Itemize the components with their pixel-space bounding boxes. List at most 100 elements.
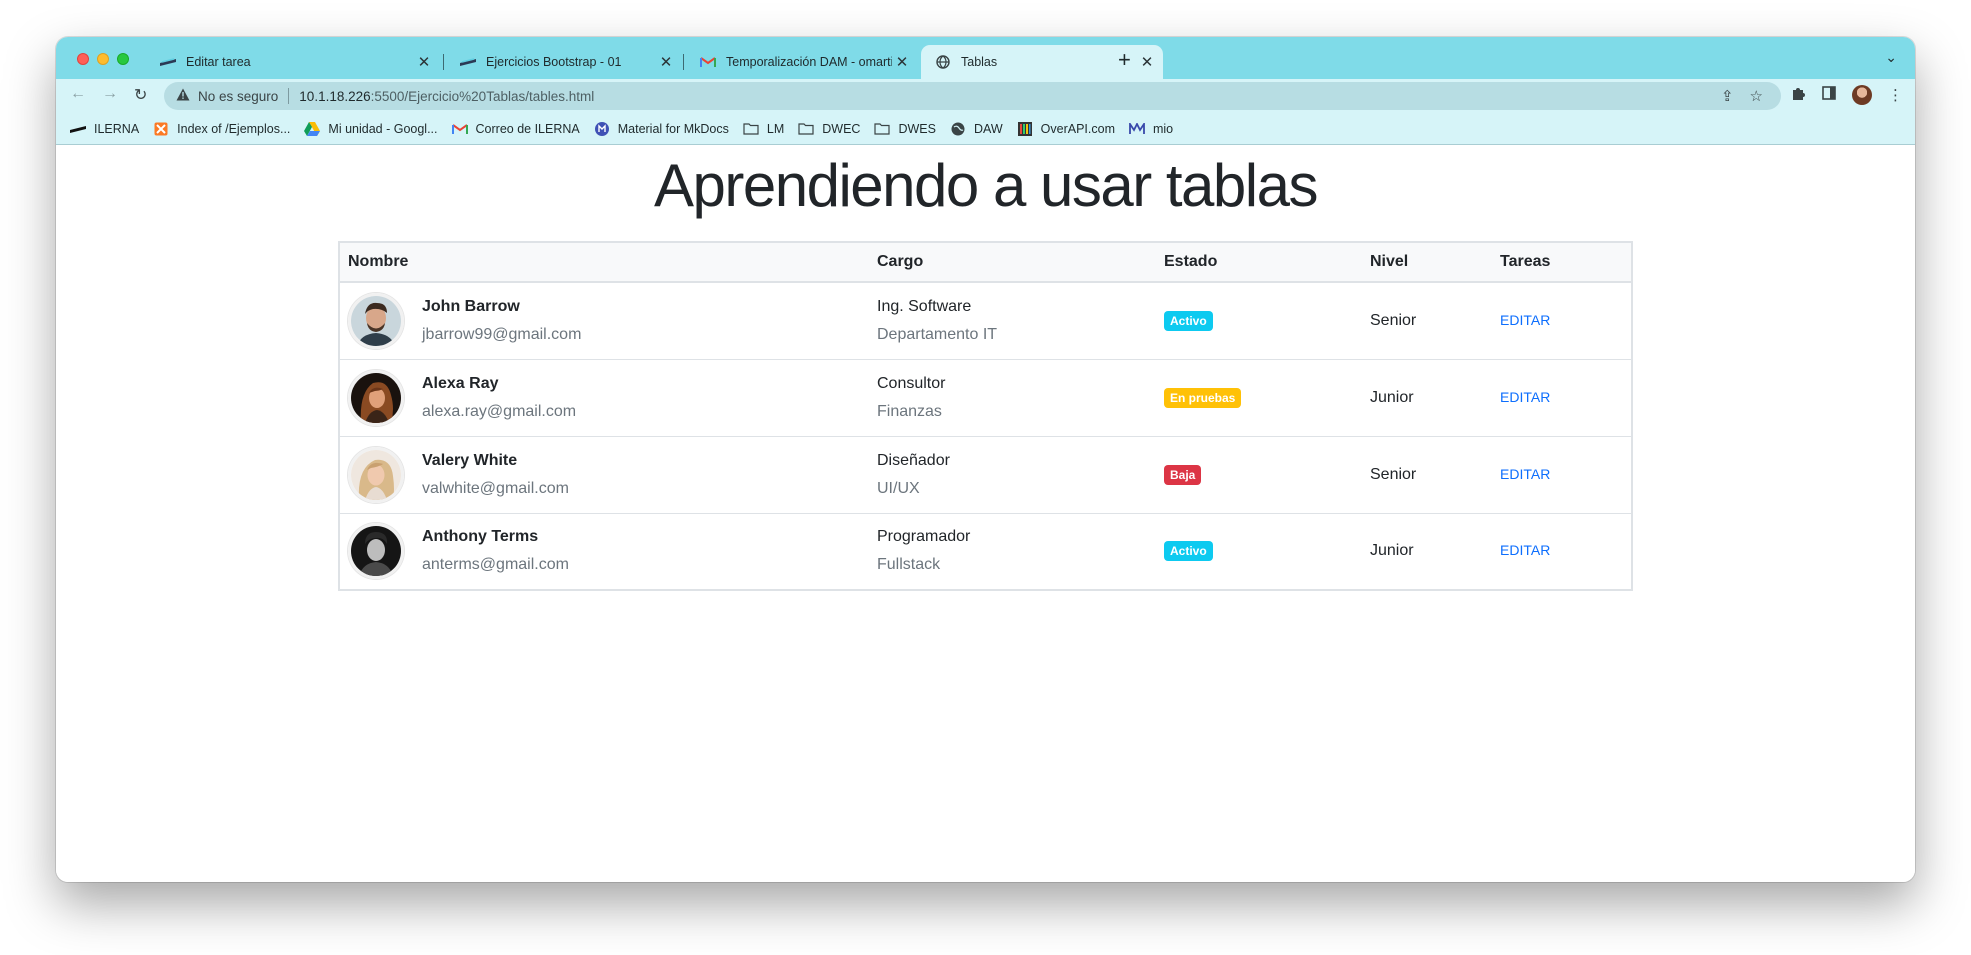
bookmark-dwec[interactable]: DWEC bbox=[798, 122, 860, 136]
maximize-window-button[interactable] bbox=[117, 53, 129, 65]
globe-icon bbox=[935, 54, 951, 70]
bookmark-label: DWES bbox=[898, 121, 936, 136]
bookmark-star-icon[interactable]: ☆ bbox=[1750, 87, 1763, 105]
bookmarks-bar: ILERNA Index of /Ejemplos... Mi unidad -… bbox=[56, 113, 1915, 145]
edit-button[interactable]: EDITAR bbox=[1500, 542, 1550, 558]
share-icon[interactable]: ⇪ bbox=[1721, 87, 1734, 105]
bookmark-label: ILERNA bbox=[94, 121, 140, 136]
cargo-department: Departamento IT bbox=[877, 325, 998, 343]
security-status[interactable]: No es seguro bbox=[198, 89, 278, 104]
avatar bbox=[348, 446, 404, 503]
avatar bbox=[348, 523, 404, 580]
minimize-window-button[interactable] bbox=[97, 53, 109, 65]
ilerna-icon bbox=[160, 54, 176, 70]
user-name: Valery White bbox=[422, 451, 518, 469]
table-row: Valery White valwhite@gmail.com Diseñado… bbox=[339, 436, 1632, 514]
user-email: valwhite@gmail.com bbox=[422, 479, 569, 497]
bookmark-mkdocs[interactable]: Material for MkDocs bbox=[594, 121, 729, 136]
bookmark-label: Index of /Ejemplos... bbox=[177, 121, 291, 136]
page-content: Aprendiendo a usar tablas Nombre Cargo E… bbox=[56, 145, 1915, 882]
tab-strip: Editar tarea ✕ Ejercicios Bootstrap - 01… bbox=[56, 37, 1915, 79]
bookmark-label: mio bbox=[1152, 121, 1174, 136]
close-tab-icon[interactable]: ✕ bbox=[1137, 53, 1157, 71]
avatar bbox=[348, 292, 404, 349]
mkdocs-icon bbox=[594, 121, 610, 136]
tab-ejercicios-bootstrap[interactable]: Ejercicios Bootstrap - 01 ✕ bbox=[446, 45, 682, 79]
nivel-value: Junior bbox=[1370, 542, 1414, 560]
folder-icon bbox=[874, 122, 891, 136]
bookmark-index-ejemplos[interactable]: Index of /Ejemplos... bbox=[153, 122, 290, 136]
nivel-value: Senior bbox=[1362, 436, 1492, 514]
address-bar[interactable]: No es seguro 10.1.18.226:5500/Ejercicio%… bbox=[164, 82, 1781, 110]
bookmark-lm[interactable]: LM bbox=[743, 122, 784, 136]
bookmark-overapi[interactable]: OverAPI.com bbox=[1017, 121, 1115, 136]
more-menu-icon[interactable]: ⋮ bbox=[1888, 86, 1903, 104]
tab-title: Ejercicios Bootstrap - 01 bbox=[486, 55, 622, 69]
bookmark-label: OverAPI.com bbox=[1040, 121, 1115, 136]
page-title: Aprendiendo a usar tablas bbox=[654, 152, 1319, 219]
user-email: anterms@gmail.com bbox=[422, 556, 569, 574]
edit-button[interactable]: EDITAR bbox=[1500, 466, 1550, 482]
close-window-button[interactable] bbox=[77, 53, 89, 65]
bookmark-correo-ilerna[interactable]: Correo de ILERNA bbox=[451, 121, 580, 136]
table-row: John Barrow jbarrow99@gmail.com Ing. Sof… bbox=[339, 282, 1632, 360]
cargo-title: Ing. Software bbox=[877, 297, 972, 315]
user-name: Alexa Ray bbox=[422, 374, 499, 392]
table-row: Alexa Ray alexa.ray@gmail.com Consultor … bbox=[339, 359, 1632, 437]
bookmark-mi-unidad[interactable]: Mi unidad - Googl... bbox=[304, 121, 438, 136]
bookmark-mio[interactable]: mio bbox=[1129, 122, 1173, 136]
drive-icon bbox=[304, 121, 321, 136]
folder-icon bbox=[743, 122, 759, 136]
users-table: Nombre Cargo Estado Nivel Tareas John Ba… bbox=[338, 241, 1633, 591]
cargo-title: Programador bbox=[877, 528, 971, 546]
close-tab-icon[interactable]: ✕ bbox=[414, 53, 434, 71]
bookmark-ilerna[interactable]: ILERNA bbox=[70, 122, 139, 136]
status-badge: En pruebas bbox=[1164, 387, 1242, 408]
browser-window: Editar tarea ✕ Ejercicios Bootstrap - 01… bbox=[56, 37, 1915, 882]
ilerna-icon bbox=[70, 122, 86, 136]
profile-avatar[interactable] bbox=[1852, 85, 1872, 105]
table-header-row: Nombre Cargo Estado Nivel Tareas bbox=[339, 242, 1632, 283]
reload-icon[interactable]: ↻ bbox=[134, 85, 147, 105]
chevron-down-icon[interactable]: ⌄ bbox=[1885, 49, 1897, 66]
url-path: :5500/Ejercicio%20Tablas/tables.html bbox=[370, 88, 595, 104]
header-estado: Estado bbox=[1156, 242, 1362, 283]
tab-title: Tablas bbox=[961, 55, 998, 69]
bookmark-label: LM bbox=[766, 121, 785, 136]
extensions-puzzle-icon[interactable] bbox=[1791, 86, 1806, 105]
edit-button[interactable]: EDITAR bbox=[1500, 312, 1550, 328]
mio-icon bbox=[1129, 122, 1145, 136]
bookmark-daw[interactable]: DAW bbox=[950, 122, 1003, 136]
tab-editar-tarea[interactable]: Editar tarea ✕ bbox=[146, 45, 440, 79]
avatar bbox=[348, 369, 404, 426]
browser-toolbar: ← → ↻ No es seguro 10.1.18.226:5500/Ejer… bbox=[56, 79, 1915, 113]
bookmark-label: Correo de ILERNA bbox=[475, 121, 580, 136]
xampp-icon bbox=[153, 122, 169, 136]
forward-arrow-icon[interactable]: → bbox=[102, 85, 118, 103]
warning-icon bbox=[176, 88, 192, 104]
table-row: Anthony Terms anterms@gmail.com Programa… bbox=[339, 513, 1632, 590]
globe-icon bbox=[950, 122, 966, 136]
cargo-department: Fullstack bbox=[877, 556, 941, 574]
bookmark-label: DWEC bbox=[822, 121, 861, 136]
gmail-icon bbox=[451, 122, 468, 136]
tab-title: Temporalización DAM - omartin bbox=[726, 55, 892, 69]
header-cargo: Cargo bbox=[869, 242, 1156, 283]
gmail-icon bbox=[700, 54, 716, 70]
back-arrow-icon[interactable]: ← bbox=[70, 85, 86, 103]
edit-button[interactable]: EDITAR bbox=[1500, 389, 1550, 405]
header-tareas: Tareas bbox=[1492, 242, 1632, 283]
new-tab-plus-icon[interactable]: + bbox=[1118, 47, 1131, 73]
close-tab-icon[interactable]: ✕ bbox=[656, 53, 676, 71]
status-badge: Activo bbox=[1164, 310, 1213, 331]
header-nombre: Nombre bbox=[339, 242, 869, 283]
overapi-icon bbox=[1017, 121, 1033, 136]
bookmark-label: Material for MkDocs bbox=[617, 121, 729, 136]
nivel-value: Junior bbox=[1362, 359, 1492, 437]
bookmark-dwes[interactable]: DWES bbox=[874, 122, 936, 136]
tab-temporalizacion[interactable]: Temporalización DAM - omartin ✕ bbox=[686, 45, 918, 79]
cargo-department: UI/UX bbox=[877, 479, 920, 497]
status-badge: Baja bbox=[1164, 464, 1202, 485]
close-tab-icon[interactable]: ✕ bbox=[892, 53, 912, 71]
side-panel-icon[interactable] bbox=[1822, 86, 1836, 104]
